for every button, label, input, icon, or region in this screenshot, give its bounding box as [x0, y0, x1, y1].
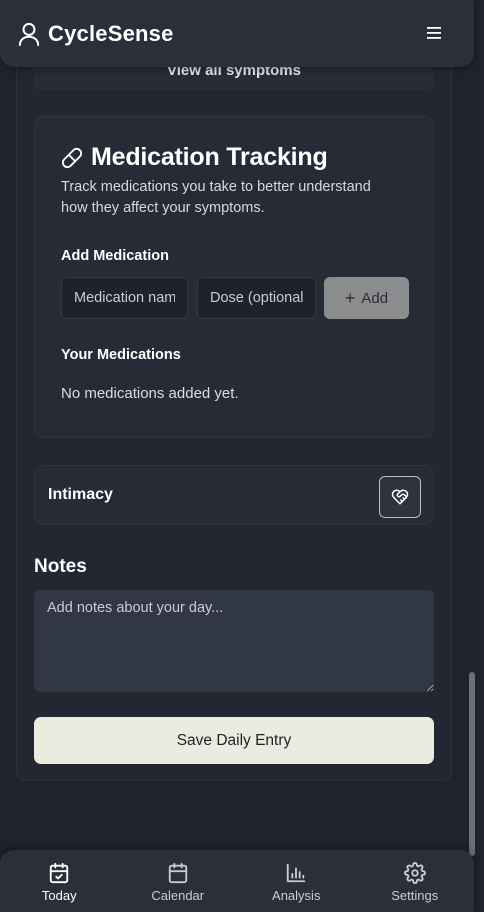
nav-label-today: Today: [41, 888, 77, 903]
app-title: CycleSense: [48, 20, 174, 46]
add-medication-button[interactable]: + Add: [324, 277, 409, 319]
medication-tracking-card: Medication Tracking Track medications yo…: [34, 116, 434, 438]
calendar-check-icon: [50, 862, 69, 884]
medications-empty-text: No medications added yet.: [61, 385, 239, 402]
intimacy-card: Intimacy: [34, 465, 434, 525]
plus-icon: +: [344, 288, 356, 308]
medication-name-input[interactable]: [61, 277, 188, 319]
scroll-content[interactable]: View all symptoms Medication Tracking Tr…: [0, 0, 484, 850]
intimacy-toggle-button[interactable]: [379, 476, 421, 518]
calendar-icon: [168, 862, 187, 884]
scrollbar-thumb[interactable]: [469, 672, 475, 856]
medication-title-row: Medication Tracking: [61, 143, 328, 172]
user-logo-icon: [18, 22, 40, 46]
notes-textarea[interactable]: [34, 590, 434, 692]
pill-icon: [61, 147, 83, 168]
nav-item-analysis[interactable]: Analysis: [237, 850, 356, 912]
medication-description: Track medications you take to better und…: [61, 179, 371, 216]
bar-chart-icon: [287, 863, 306, 883]
medication-dose-input[interactable]: [197, 277, 316, 319]
app-root: View all symptoms Medication Tracking Tr…: [0, 0, 484, 912]
nav-label-calendar: Calendar: [151, 888, 205, 903]
hamburger-menu-icon: [427, 27, 441, 39]
nav-label-settings: Settings: [391, 888, 439, 903]
intimacy-label: Intimacy: [48, 486, 113, 503]
menu-button[interactable]: [424, 22, 444, 44]
add-medication-label: Add Medication: [61, 248, 169, 264]
nav-label-analysis: Analysis: [272, 888, 321, 903]
save-daily-entry-button[interactable]: Save Daily Entry: [34, 717, 434, 764]
bottom-nav: Today Calendar Analysis Settings: [0, 850, 474, 912]
nav-item-calendar[interactable]: Calendar: [119, 850, 238, 912]
notes-title: Notes: [34, 556, 87, 577]
medication-title: Medication Tracking: [91, 143, 328, 171]
your-medications-label: Your Medications: [61, 347, 181, 363]
nav-item-today[interactable]: Today: [0, 850, 119, 912]
gear-icon: [403, 862, 426, 884]
nav-item-settings[interactable]: Settings: [356, 850, 475, 912]
app-header: CycleSense: [0, 0, 474, 67]
heart-handshake-icon: [391, 489, 409, 505]
add-medication-button-label: Add: [361, 289, 389, 307]
